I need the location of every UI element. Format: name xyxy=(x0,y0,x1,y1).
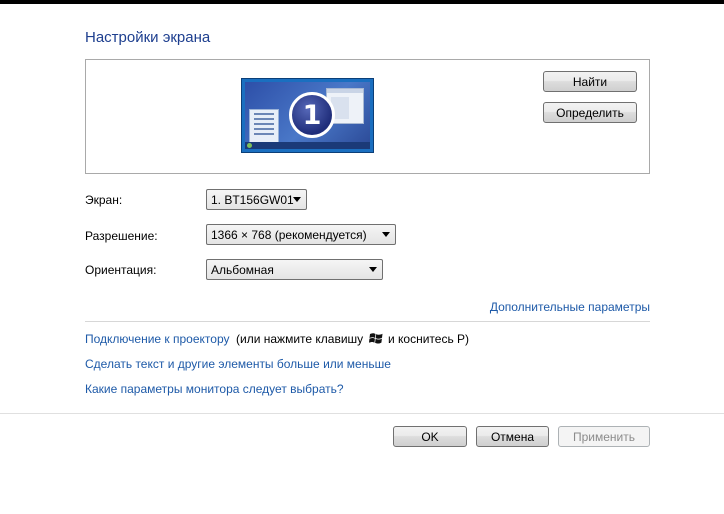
chevron-down-icon xyxy=(369,267,377,272)
footer-divider xyxy=(0,413,724,414)
projector-hint-before: (или нажмите клавишу xyxy=(236,332,364,346)
mini-window-left xyxy=(249,109,279,143)
chevron-down-icon xyxy=(293,197,301,202)
orientation-select[interactable]: Альбомная xyxy=(206,259,383,280)
page-title: Настройки экрана xyxy=(85,29,211,46)
resolution-select[interactable]: 1366 × 768 (рекомендуется) xyxy=(206,224,396,245)
advanced-settings-link[interactable]: Дополнительные параметры xyxy=(490,300,650,314)
display-select-value: 1. BT156GW01 xyxy=(211,192,294,207)
ok-button[interactable]: OK xyxy=(393,426,467,447)
section-divider xyxy=(85,321,650,322)
resolution-label: Разрешение: xyxy=(85,229,158,243)
monitor-1-thumbnail[interactable]: 1 xyxy=(241,78,374,153)
text-size-link[interactable]: Сделать текст и другие элементы больше и… xyxy=(85,357,391,371)
apply-button[interactable]: Применить xyxy=(558,426,650,447)
window-top-edge xyxy=(0,0,724,4)
orientation-select-value: Альбомная xyxy=(211,262,274,277)
projector-hint-after: и коснитесь Р) xyxy=(388,332,470,346)
cancel-button[interactable]: Отмена xyxy=(476,426,549,447)
monitor-preview-area: 1 Найти Определить xyxy=(85,59,650,174)
chevron-down-icon xyxy=(382,232,390,237)
projector-link[interactable]: Подключение к проектору xyxy=(85,332,230,346)
monitor-help-link[interactable]: Какие параметры монитора следует выбрать… xyxy=(85,382,344,396)
orientation-label: Ориентация: xyxy=(85,263,157,277)
display-select[interactable]: 1. BT156GW01 xyxy=(206,189,307,210)
mini-taskbar xyxy=(245,142,370,149)
resolution-select-value: 1366 × 768 (рекомендуется) xyxy=(211,227,367,242)
identify-button[interactable]: Определить xyxy=(543,102,637,123)
display-label: Экран: xyxy=(85,193,123,207)
monitor-number-badge: 1 xyxy=(289,92,335,138)
windows-logo-icon xyxy=(369,333,383,344)
monitor-screen: 1 xyxy=(245,82,370,149)
find-button[interactable]: Найти xyxy=(543,71,637,92)
